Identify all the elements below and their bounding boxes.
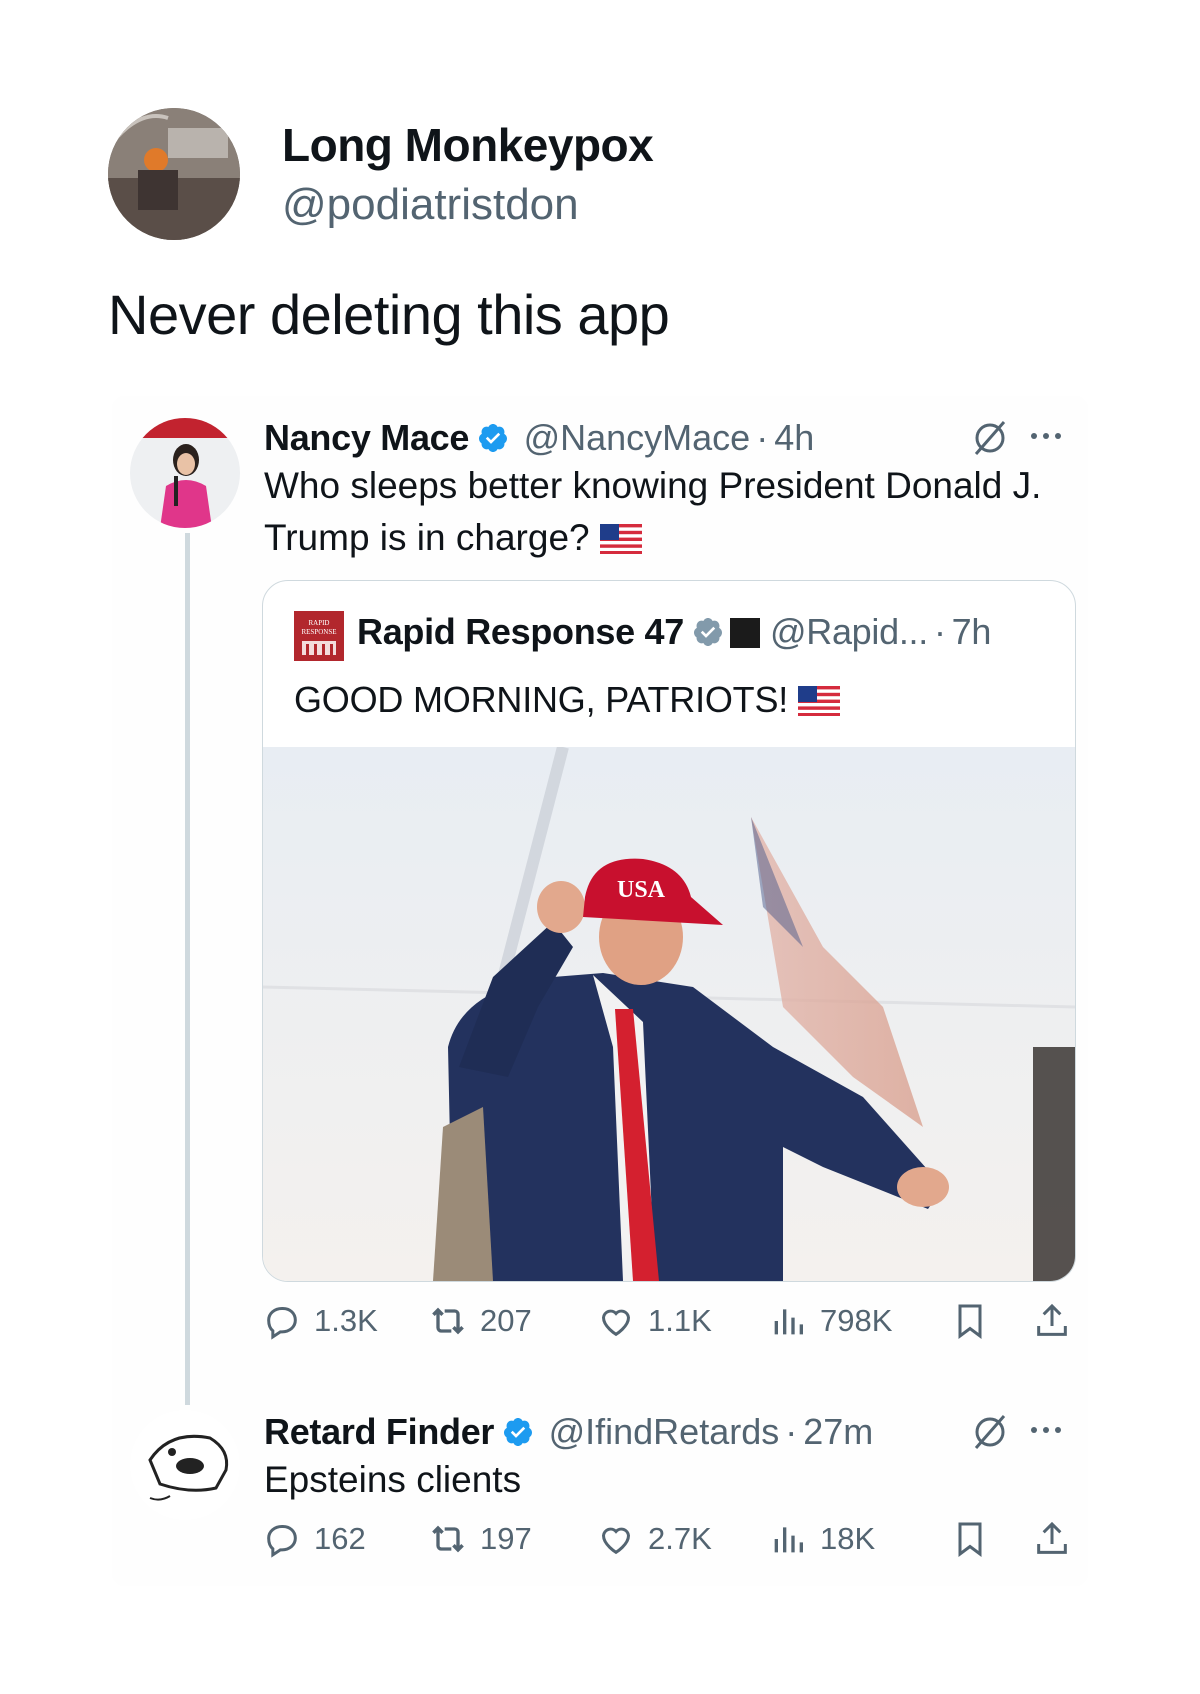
- verified-badge-icon: [502, 1416, 534, 1448]
- tweet2-handle[interactable]: @IfindRetards: [549, 1411, 780, 1452]
- share-button[interactable]: [1032, 1515, 1072, 1563]
- hat-text: USA: [617, 877, 666, 903]
- reply-button[interactable]: 1.3K: [262, 1297, 378, 1345]
- white-house-badge-icon: [730, 618, 761, 648]
- like-icon: [601, 1309, 631, 1337]
- svg-text:RESPONSE: RESPONSE: [301, 628, 336, 636]
- quoted-tweet-card[interactable]: RAPID RESPONSE Rapid Response 47 @Rapid...…: [262, 580, 1076, 1282]
- tweet2-header: Retard Finder @IfindRetards · 27m: [264, 1411, 873, 1453]
- tweet2-separator: ·: [785, 1411, 798, 1452]
- quote-text-content: GOOD MORNING, PATRIOTS!: [294, 679, 789, 720]
- like-button[interactable]: 2.7K: [596, 1515, 712, 1563]
- reply-count: 162: [314, 1521, 366, 1556]
- us-flag-icon: [599, 516, 642, 568]
- tweet1-text-line2: Trump is in charge?: [264, 517, 590, 558]
- quote-text: GOOD MORNING, PATRIOTS!: [294, 679, 841, 725]
- views-count: 18K: [820, 1521, 876, 1556]
- tweet1-time[interactable]: 4h: [774, 417, 814, 458]
- quote-separator: ·: [933, 611, 946, 652]
- bookmark-icon: [958, 1522, 982, 1557]
- tweet1-actions: 1.3K 207 1.1K 798K: [262, 1297, 1082, 1345]
- us-flag-icon: [798, 683, 841, 725]
- rapid-response-avatar[interactable]: RAPID RESPONSE: [294, 611, 344, 661]
- tweet2-text: Epsteins clients: [264, 1459, 522, 1500]
- tweet1-separator: ·: [756, 417, 769, 458]
- share-icon: [1037, 1521, 1067, 1554]
- nancy-mace-avatar[interactable]: [130, 418, 240, 528]
- views-icon: [774, 1309, 803, 1335]
- repost-button[interactable]: 207: [428, 1297, 532, 1345]
- tweet2-time[interactable]: 27m: [803, 1411, 873, 1452]
- views-icon: [774, 1527, 803, 1553]
- grok-icon[interactable]: [970, 1412, 1010, 1457]
- more-icon[interactable]: [1028, 426, 1068, 451]
- quote-photo[interactable]: USA: [263, 745, 1075, 1281]
- like-button[interactable]: 1.1K: [596, 1297, 712, 1345]
- bookmark-icon: [958, 1304, 982, 1339]
- svg-text:RAPID: RAPID: [308, 619, 329, 627]
- reply-icon: [267, 1525, 297, 1558]
- repost-icon: [432, 1307, 464, 1335]
- reply-count: 1.3K: [314, 1303, 378, 1338]
- like-icon: [601, 1527, 631, 1555]
- share-icon: [1037, 1303, 1067, 1336]
- outer-avatar[interactable]: [108, 108, 240, 240]
- quote-time[interactable]: 7h: [952, 611, 992, 652]
- outer-display-name[interactable]: Long Monkeypox: [282, 118, 654, 172]
- like-count: 1.1K: [648, 1303, 712, 1338]
- tweet1-text-line1: Who sleeps better knowing President Dona…: [264, 465, 1042, 506]
- reply-button[interactable]: 162: [262, 1515, 366, 1563]
- verified-badge-icon: [477, 422, 509, 454]
- quote-display-name[interactable]: Rapid Response 47: [357, 611, 684, 652]
- quote-handle[interactable]: @Rapid...: [770, 611, 928, 652]
- bookmark-button[interactable]: [950, 1297, 990, 1345]
- quote-header: Rapid Response 47 @Rapid... · 7h: [357, 611, 991, 653]
- tweet1-header: Nancy Mace @NancyMace · 4h: [264, 417, 814, 459]
- tweet1-text: Who sleeps better knowing President Dona…: [264, 460, 1041, 568]
- outer-handle[interactable]: @podiatristdon: [282, 180, 579, 230]
- share-button[interactable]: [1032, 1297, 1072, 1345]
- outer-tweet-text: Never deleting this app: [108, 283, 670, 346]
- grok-icon[interactable]: [970, 418, 1010, 463]
- reply-icon: [267, 1307, 297, 1340]
- more-icon[interactable]: [1028, 1420, 1068, 1445]
- views-count: 798K: [820, 1303, 893, 1338]
- views-button[interactable]: 798K: [768, 1297, 892, 1345]
- tweet1-handle[interactable]: @NancyMace: [524, 417, 751, 458]
- bookmark-button[interactable]: [950, 1515, 990, 1563]
- verified-badge-icon: [692, 615, 724, 647]
- retard-finder-avatar[interactable]: [130, 1410, 240, 1520]
- repost-count: 207: [480, 1303, 532, 1338]
- repost-count: 197: [480, 1521, 532, 1556]
- repost-icon: [432, 1525, 464, 1553]
- tweet2-display-name[interactable]: Retard Finder: [264, 1411, 494, 1452]
- like-count: 2.7K: [648, 1521, 712, 1556]
- thread-line: [185, 533, 190, 1405]
- views-button[interactable]: 18K: [768, 1515, 875, 1563]
- tweet1-display-name[interactable]: Nancy Mace: [264, 417, 469, 458]
- repost-button[interactable]: 197: [428, 1515, 532, 1563]
- tweet2-actions: 162 197 2.7K 18K: [262, 1515, 1082, 1563]
